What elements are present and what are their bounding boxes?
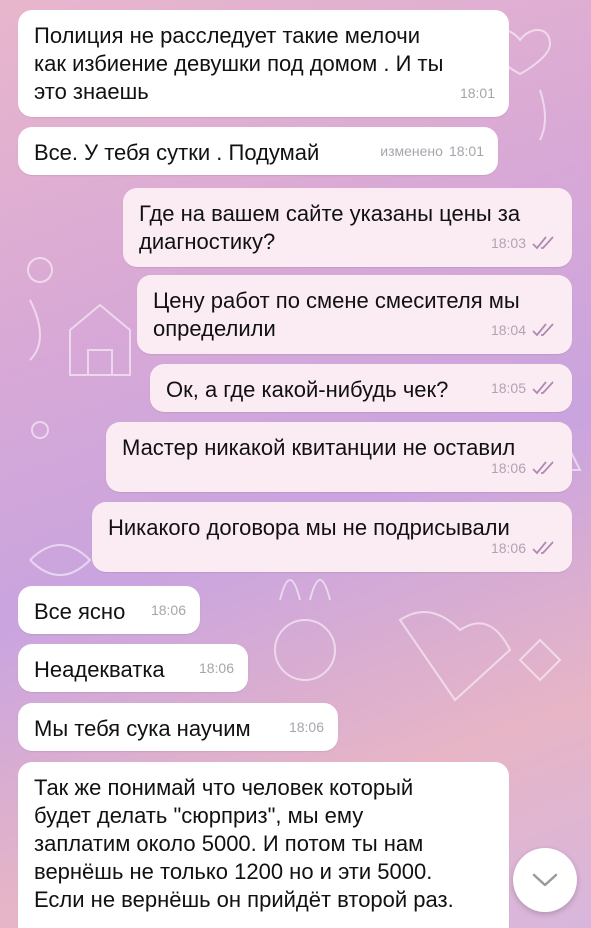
message-bubble-outgoing[interactable]: Цену работ по смене смесителя мы определ… — [137, 275, 572, 354]
double-check-icon — [532, 236, 554, 250]
message-time: 18:01 — [448, 143, 484, 159]
message-meta: 18:06 — [491, 454, 558, 482]
double-check-icon — [532, 381, 554, 395]
message-text: Полиция не расследует такие мелочи как и… — [34, 23, 444, 104]
message-time: 18:04 — [490, 322, 526, 338]
message-bubble-incoming[interactable]: Неадекватка 18:06 — [18, 644, 248, 692]
message-meta: изменено 18:01 — [380, 137, 484, 165]
message-text: Никакого договора мы не подрисывали — [108, 515, 510, 540]
message-bubble-incoming[interactable]: Все. У тебя сутки . Подумай изменено 18:… — [18, 127, 498, 175]
message-time: 18:06 — [150, 602, 186, 618]
message-time: 18:06 — [288, 719, 324, 735]
message-meta: 18:05 — [491, 374, 558, 402]
message-time: 18:06 — [198, 660, 234, 676]
message-bubble-incoming[interactable]: Полиция не расследует такие мелочи как и… — [18, 10, 509, 117]
chevron-down-icon — [532, 873, 558, 887]
scroll-to-bottom-button[interactable] — [513, 848, 577, 912]
message-meta: 18:06 — [491, 534, 558, 562]
message-bubble-incoming[interactable]: Мы тебя сука научим 18:06 — [18, 703, 338, 751]
double-check-icon — [532, 323, 554, 337]
message-meta: 18:03 — [491, 229, 558, 257]
message-bubble-incoming[interactable]: Все ясно 18:06 — [18, 586, 200, 634]
message-bubble-outgoing[interactable]: Ок, а где какой-нибудь чек? 18:05 — [150, 364, 572, 412]
message-meta: 18:04 — [491, 316, 558, 344]
message-meta: 18:06 — [289, 713, 324, 741]
message-time: 18:05 — [490, 380, 526, 396]
message-meta: 18:06 — [151, 596, 186, 624]
message-bubble-outgoing[interactable]: Мастер никакой квитанции не оставил 18:0… — [106, 422, 572, 492]
message-time: 18:06 — [490, 460, 526, 476]
message-meta: 18:01 — [460, 79, 495, 107]
message-time: 18:06 — [490, 540, 526, 556]
message-bubble-outgoing[interactable]: Где на вашем сайте указаны цены за диагн… — [123, 188, 572, 267]
double-check-icon — [532, 541, 554, 555]
chat-message-list[interactable]: Полиция не расследует такие мелочи как и… — [0, 0, 591, 928]
message-time: 18:01 — [459, 85, 495, 101]
message-text: Так же понимай что человек который будет… — [34, 775, 454, 912]
message-meta: 18:06 — [199, 654, 234, 682]
message-time: 18:03 — [490, 235, 526, 251]
double-check-icon — [532, 461, 554, 475]
message-text: Мы тебя сука научим — [34, 716, 251, 741]
edited-label: изменено — [380, 143, 443, 159]
message-bubble-outgoing[interactable]: Никакого договора мы не подрисывали 18:0… — [92, 502, 572, 572]
message-bubble-incoming[interactable]: Так же понимай что человек который будет… — [18, 762, 509, 928]
